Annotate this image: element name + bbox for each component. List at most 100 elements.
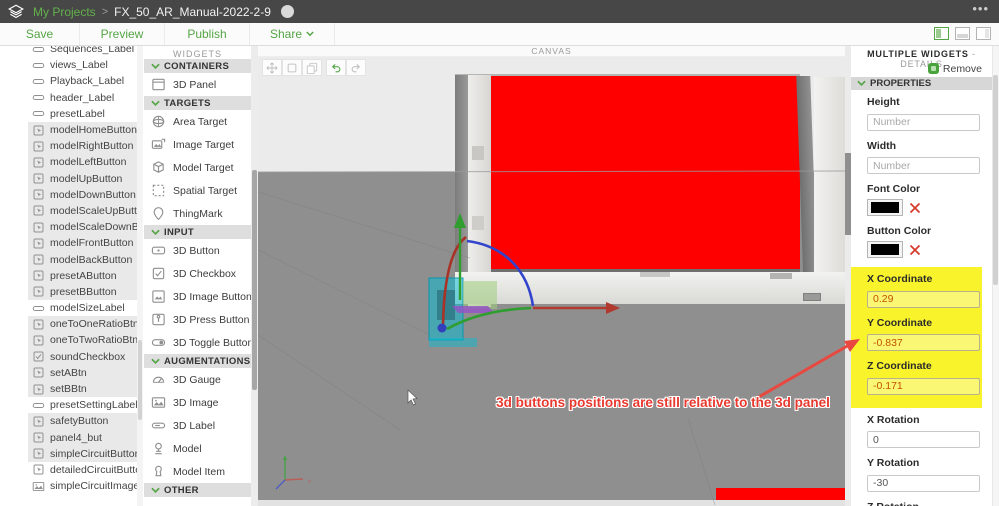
tree-item-presetsettinglabel[interactable]: presetSettingLabel — [28, 397, 142, 413]
tree-item-playback-label[interactable]: Playback_Label — [28, 73, 142, 89]
tree-item-modelscaledownbutton[interactable]: modelScaleDownButton — [28, 219, 142, 235]
widget-section-augmentations[interactable]: AUGMENTATIONS — [144, 354, 251, 368]
layout-left-panel-icon[interactable] — [934, 27, 949, 40]
tree-item-label: modelHomeButton — [50, 124, 137, 136]
widget-item-3d-toggle-button[interactable]: 3D Toggle Button — [144, 331, 251, 354]
width-input[interactable] — [867, 157, 980, 174]
tree-item-modelhomebutton[interactable]: modelHomeButton — [28, 122, 142, 138]
canvas-3d-view[interactable]: CANVAS 3d buttons positions are still re… — [258, 46, 845, 506]
button-color-clear-icon[interactable] — [909, 244, 921, 256]
tree-item-modelfrontbutton[interactable]: modelFrontButton — [28, 235, 142, 251]
tree-item-detailedcircuitbutton[interactable]: detailedCircuitButton — [28, 462, 142, 478]
3d-panel-widget[interactable] — [491, 76, 800, 270]
share-button[interactable]: Share — [250, 23, 335, 45]
tree-scrollbar-thumb[interactable] — [138, 340, 142, 420]
image-icon — [151, 395, 166, 410]
canvas-horizontal-scrollbar[interactable] — [258, 500, 845, 506]
widget-item-model[interactable]: Model — [144, 437, 251, 460]
widget-item-3d-button[interactable]: 3D Button — [144, 239, 251, 262]
publish-button[interactable]: Publish — [165, 23, 250, 45]
preview-button[interactable]: Preview — [80, 23, 165, 45]
widget-item-model-item[interactable]: Model Item — [144, 460, 251, 483]
widget-item-3d-gauge[interactable]: 3D Gauge — [144, 368, 251, 391]
widget-item-3d-panel[interactable]: 3D Panel — [144, 73, 251, 96]
font-color-swatch[interactable] — [867, 199, 903, 216]
tree-scrollbar[interactable] — [137, 46, 143, 506]
widget-item-3d-image-button[interactable]: 3D Image Button — [144, 285, 251, 308]
save-button[interactable]: Save — [0, 23, 80, 45]
redo-button[interactable] — [346, 59, 366, 76]
tree-item-presetlabel[interactable]: presetLabel — [28, 106, 142, 122]
tree-item-setabtn[interactable]: setABtn — [28, 365, 142, 381]
tree-item-setbbtn[interactable]: setBBtn — [28, 381, 142, 397]
more-menu-icon[interactable]: ••• — [972, 1, 989, 16]
tree-item-modelsizelabel[interactable]: modelSizeLabel — [28, 300, 142, 316]
width-field: Width — [867, 140, 978, 175]
button-icon — [32, 237, 45, 250]
widget-item-3d-checkbox[interactable]: 3D Checkbox — [144, 262, 251, 285]
widget-item-label: 3D Toggle Button — [173, 337, 251, 349]
widget-item-3d-label[interactable]: 3D Label — [144, 414, 251, 437]
details-scrollbar-thumb[interactable] — [993, 75, 998, 285]
button-color-swatch[interactable] — [867, 241, 903, 258]
widget-item-thingmark[interactable]: ThingMark — [144, 202, 251, 225]
tree-item-modelupbutton[interactable]: modelUpButton — [28, 171, 142, 187]
label-icon — [32, 107, 45, 120]
widget-item-3d-image[interactable]: 3D Image — [144, 391, 251, 414]
font-color-clear-icon[interactable] — [909, 202, 921, 214]
copy-tool-button[interactable] — [282, 59, 302, 76]
tree-item-label: simpleCircuitButton — [50, 448, 140, 460]
tree-item-simplecircuitimage[interactable]: simpleCircuitImage — [28, 478, 142, 494]
widget-section-other[interactable]: OTHER — [144, 483, 251, 497]
move-tool-button[interactable] — [262, 59, 282, 76]
tree-item-label: panel4_but — [50, 432, 102, 444]
y-coordinate-input[interactable] — [867, 334, 980, 351]
height-input[interactable] — [867, 114, 980, 131]
duplicate-tool-button[interactable] — [302, 59, 322, 76]
button-icon — [32, 447, 45, 460]
tree-item-modelbackbutton[interactable]: modelBackButton — [28, 251, 142, 267]
tree-item-onetooneratiobtn[interactable]: oneToOneRatioBtn — [28, 316, 142, 332]
tree-item-soundcheckbox[interactable]: soundCheckbox — [28, 349, 142, 365]
properties-section-header[interactable]: PROPERTIES — [851, 77, 992, 90]
layout-bottom-panel-icon[interactable] — [955, 27, 970, 40]
widget-item-spatial-target[interactable]: Spatial Target — [144, 179, 251, 202]
tree-item-panel4-but[interactable]: panel4_but — [28, 430, 142, 446]
button-icon — [32, 124, 45, 137]
tree-item-header-label[interactable]: header_Label — [28, 90, 142, 106]
tree-item-modelrightbutton[interactable]: modelRightButton — [28, 138, 142, 154]
widget-item-area-target[interactable]: Area Target — [144, 110, 251, 133]
widget-item-image-target[interactable]: Image Target — [144, 133, 251, 156]
widget-section-targets[interactable]: TARGETS — [144, 96, 251, 110]
widget-section-input[interactable]: INPUT — [144, 225, 251, 239]
tree-item-modeldownbutton[interactable]: modelDownButton — [28, 187, 142, 203]
tree-item-presetbbutton[interactable]: presetBButton — [28, 284, 142, 300]
x-rotation-input[interactable] — [867, 431, 980, 448]
widget-item-3d-press-button[interactable]: 3D Press Button — [144, 308, 251, 331]
widget-item-model-target[interactable]: Model Target — [144, 156, 251, 179]
widgets-scrollbar-thumb[interactable] — [252, 170, 257, 390]
tree-item-presetabutton[interactable]: presetAButton — [28, 268, 142, 284]
tree-item-views-label[interactable]: views_Label — [28, 57, 142, 73]
tree-item-modelscaleupbutton[interactable]: modelScaleUpButton — [28, 203, 142, 219]
widget-section-containers[interactable]: CONTAINERS — [144, 59, 251, 73]
tree-item-simplecircuitbutton[interactable]: simpleCircuitButton — [28, 446, 142, 462]
breadcrumb-my-projects[interactable]: My Projects — [33, 5, 96, 19]
undo-button[interactable] — [326, 59, 346, 76]
tree-item-safetybutton[interactable]: safetyButton — [28, 413, 142, 429]
tree-item-onetotworatiobtn[interactable]: oneToTwoRatioBtn — [28, 332, 142, 348]
widget-item-partial-widget-icon[interactable] — [144, 497, 251, 506]
tree-item-label: setBBtn — [50, 383, 87, 395]
widget-item-label: 3D Label — [173, 420, 215, 432]
layout-right-panel-icon[interactable] — [976, 27, 991, 40]
button-icon — [32, 334, 45, 347]
y-rotation-input[interactable] — [867, 475, 980, 492]
widget-item-label: Model — [173, 443, 202, 455]
widget-item-label: 3D Panel — [173, 79, 216, 91]
widget-tree: Sequences_Labelviews_LabelPlayback_Label… — [0, 46, 142, 494]
tree-item-sequences-label[interactable]: Sequences_Label — [28, 46, 142, 57]
tree-item-modelleftbutton[interactable]: modelLeftButton — [28, 154, 142, 170]
thingmark-icon — [151, 206, 166, 221]
x-coordinate-input[interactable] — [867, 291, 980, 308]
z-coordinate-input[interactable] — [867, 378, 980, 395]
